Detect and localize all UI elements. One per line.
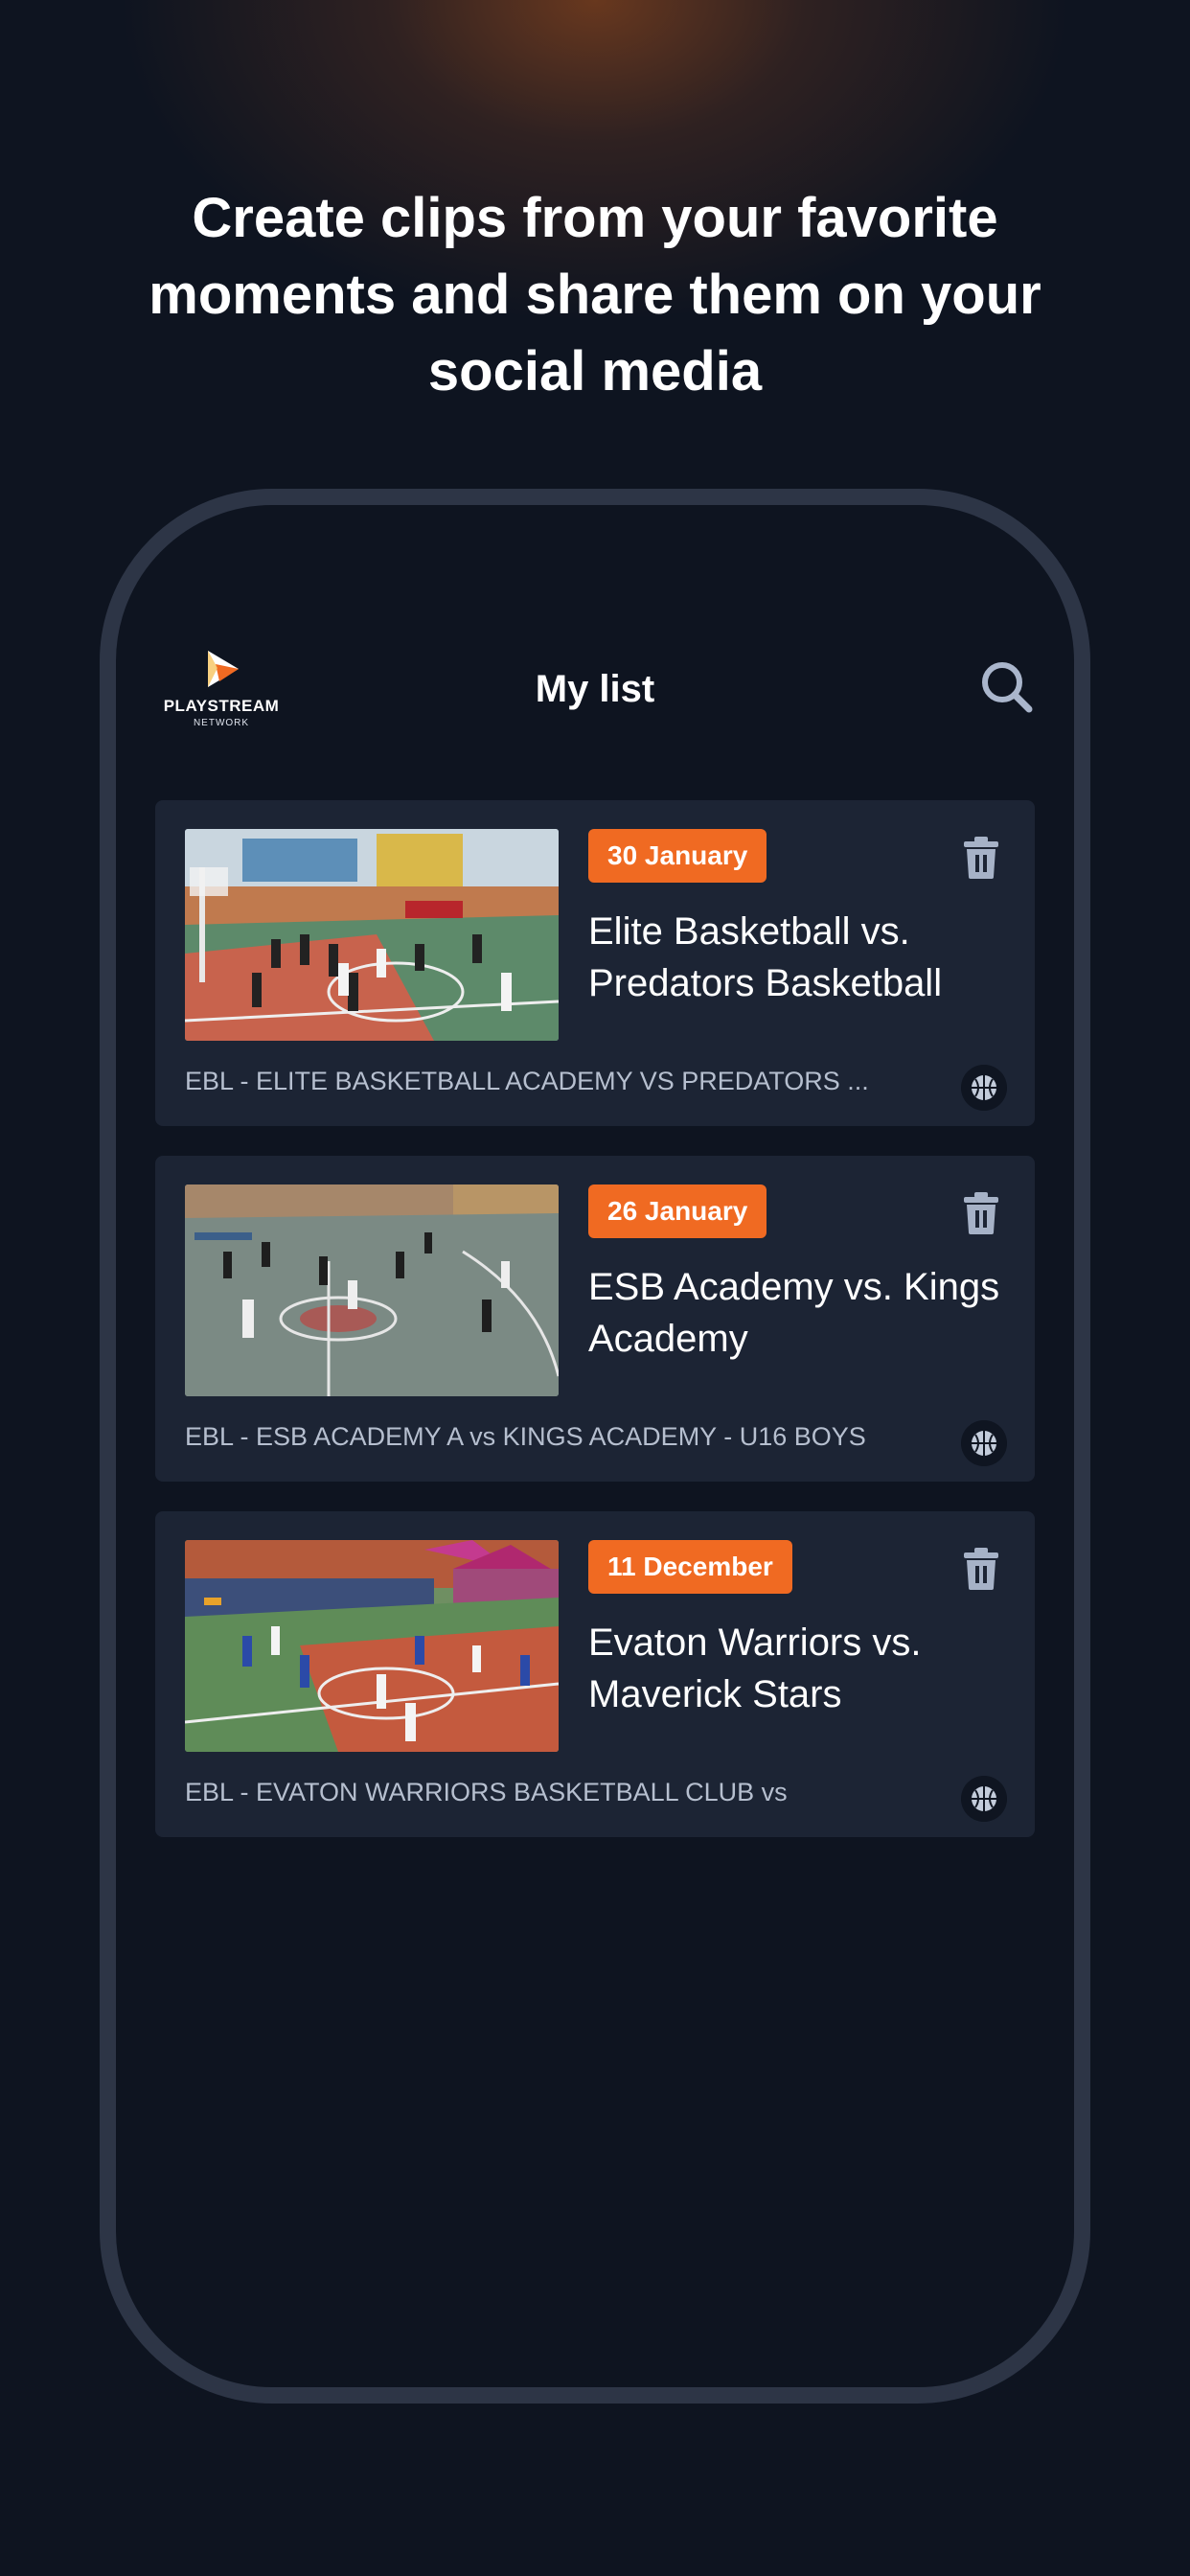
basketball-icon — [961, 1065, 1007, 1111]
app-screen: PLAYSTREAM NETWORK My list 30 January El… — [116, 505, 1074, 2387]
date-badge: 26 January — [588, 1184, 767, 1238]
basketball-court-image — [185, 1184, 559, 1396]
clip-card[interactable]: 30 January Elite Basketball vs. Predator… — [155, 800, 1035, 1126]
date-badge: 30 January — [588, 829, 767, 883]
trash-icon[interactable] — [962, 1548, 1000, 1590]
clip-card[interactable]: 26 January ESB Academy vs. Kings Academy… — [155, 1156, 1035, 1482]
basketball-court-image — [185, 829, 559, 1041]
clip-subtitle: EBL - ELITE BASKETBALL ACADEMY VS PREDAT… — [185, 1067, 869, 1095]
page-title: My list — [535, 668, 655, 710]
search-icon — [982, 662, 1033, 713]
basketball-icon — [961, 1776, 1007, 1822]
date-badge: 11 December — [588, 1540, 792, 1594]
clip-subtitle: EBL - ESB ACADEMY A vs KINGS ACADEMY - U… — [185, 1422, 866, 1451]
phone-frame: PLAYSTREAM NETWORK My list 30 January El… — [100, 489, 1090, 2404]
promo-headline: Create clips from your favorite moments … — [149, 187, 1041, 402]
clip-thumbnail[interactable] — [185, 1184, 559, 1396]
clip-title: Elite Basketball vs. Predators Basketbal… — [588, 910, 943, 1004]
search-button[interactable] — [978, 658, 1036, 716]
clip-title: ESB Academy vs. Kings Academy — [588, 1266, 1000, 1360]
clip-thumbnail[interactable] — [185, 829, 559, 1041]
trash-icon[interactable] — [962, 1192, 1000, 1234]
clip-thumbnail[interactable] — [185, 1540, 559, 1752]
clip-card[interactable]: 11 December Evaton Warriors vs. Maverick… — [155, 1511, 1035, 1837]
basketball-court-image — [185, 1540, 559, 1752]
logo-subtext: NETWORK — [193, 718, 250, 728]
basketball-icon — [961, 1420, 1007, 1466]
trash-icon[interactable] — [962, 837, 1000, 879]
clip-subtitle: EBL - EVATON WARRIORS BASKETBALL CLUB vs — [185, 1778, 788, 1806]
clip-title: Evaton Warriors vs. Maverick Stars — [588, 1622, 922, 1715]
clip-list: 30 January Elite Basketball vs. Predator… — [155, 800, 1035, 1867]
